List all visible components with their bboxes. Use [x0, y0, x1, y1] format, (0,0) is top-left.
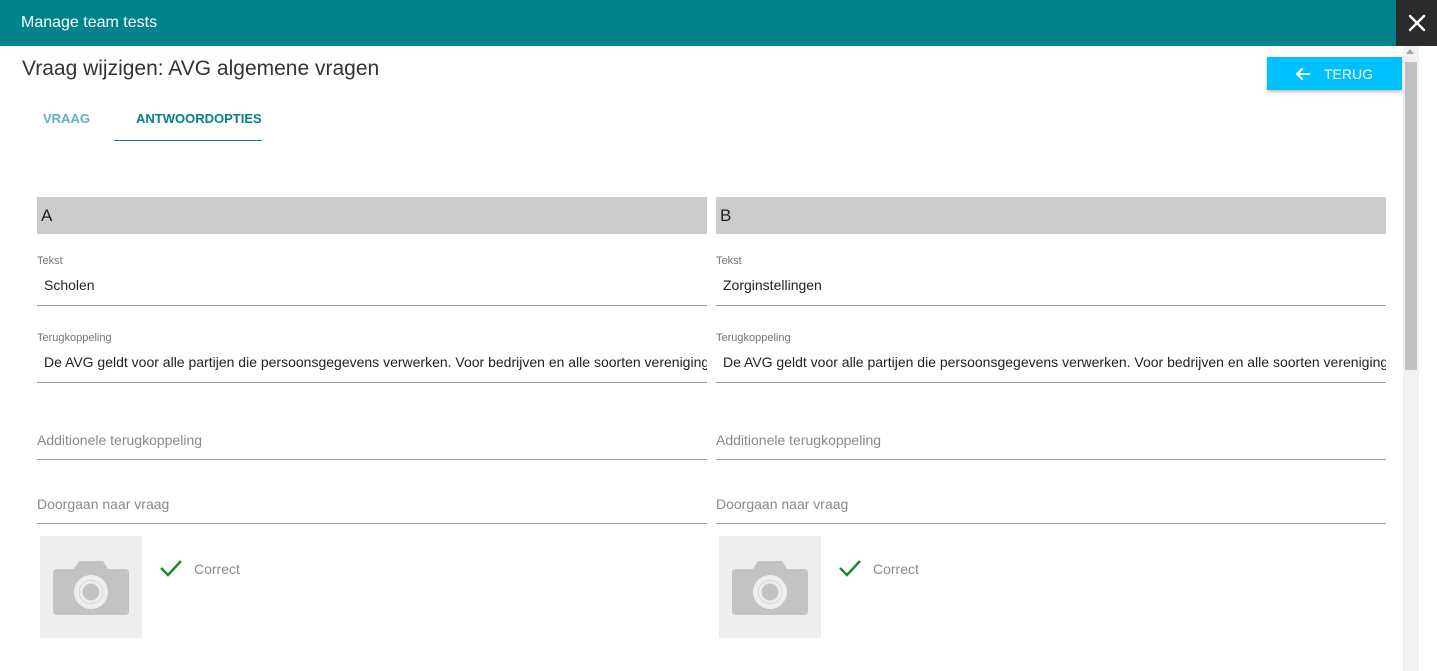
divider [716, 382, 1386, 383]
scrollbar-thumb[interactable] [1405, 62, 1417, 370]
active-tab-indicator [114, 140, 262, 141]
divider [716, 523, 1386, 524]
back-button-label: TERUG [1324, 65, 1373, 82]
goto-question-field[interactable]: Doorgaan naar vraag [716, 496, 848, 512]
additional-feedback-field[interactable]: Additionele terugkoppeling [37, 432, 202, 448]
additional-feedback-field[interactable]: Additionele terugkoppeling [716, 432, 881, 448]
correct-label: Correct [194, 561, 240, 577]
camera-icon [53, 561, 129, 615]
tekst-field[interactable]: Zorginstellingen [723, 277, 1386, 293]
image-placeholder[interactable] [40, 536, 142, 638]
divider [37, 382, 707, 383]
divider [37, 459, 707, 460]
feedback-label: Terugkoppeling [716, 332, 791, 344]
divider [716, 459, 1386, 460]
answer-card-b: B Tekst Zorginstellingen Terugkoppeling … [716, 197, 1386, 638]
tekst-label: Tekst [37, 255, 63, 267]
tab-vraag[interactable]: VRAAG [43, 111, 90, 126]
feedback-field[interactable]: De AVG geldt voor alle partijen die pers… [723, 354, 1386, 370]
check-icon[interactable] [838, 558, 862, 578]
divider [37, 523, 707, 524]
tekst-field[interactable]: Scholen [44, 277, 707, 293]
scroll-up-icon[interactable] [1406, 49, 1414, 54]
window-titlebar: Manage team tests [0, 0, 1396, 46]
goto-question-field[interactable]: Doorgaan naar vraag [37, 496, 169, 512]
window-title: Manage team tests [21, 14, 158, 31]
feedback-label: Terugkoppeling [37, 332, 112, 344]
back-button[interactable]: TERUG [1267, 57, 1402, 90]
tekst-label: Tekst [716, 255, 742, 267]
check-icon[interactable] [159, 558, 183, 578]
arrow-left-icon [1296, 67, 1310, 80]
image-placeholder[interactable] [719, 536, 821, 638]
answer-letter: B [716, 197, 1386, 234]
feedback-field[interactable]: De AVG geldt voor alle partijen die pers… [44, 354, 707, 370]
tab-antwoordopties[interactable]: ANTWOORDOPTIES [136, 111, 262, 126]
divider [37, 305, 707, 306]
camera-icon [732, 561, 808, 615]
answer-card-a: A Tekst Scholen Terugkoppeling De AVG ge… [37, 197, 707, 638]
close-button[interactable] [1396, 0, 1437, 46]
close-icon [1408, 14, 1425, 32]
correct-label: Correct [873, 561, 919, 577]
page-title: Vraag wijzigen: AVG algemene vragen [22, 57, 380, 80]
answer-letter: A [37, 197, 707, 234]
divider [716, 305, 1386, 306]
